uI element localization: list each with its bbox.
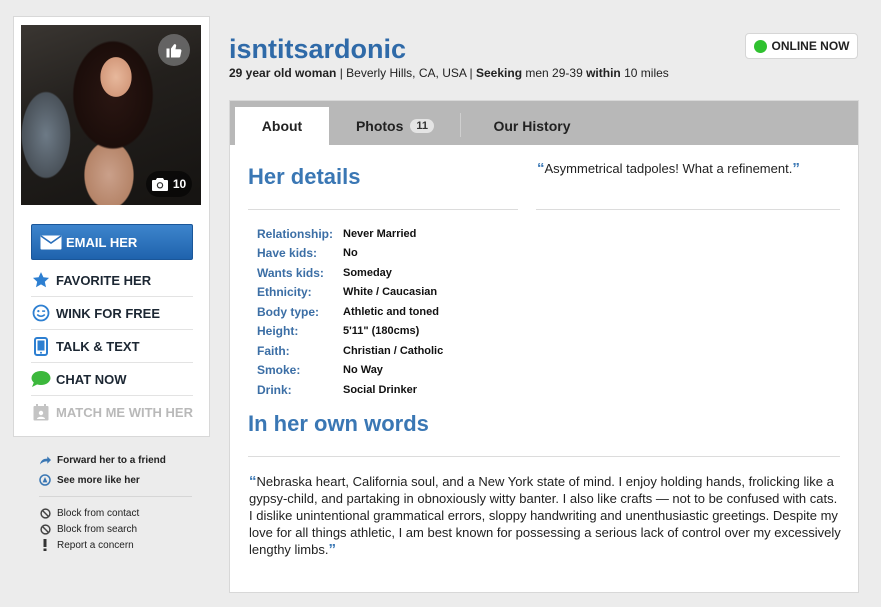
photo-count: 10	[172, 177, 187, 191]
see-more-like-her-link[interactable]: See more like her	[39, 470, 192, 490]
detail-row: Smoke: No Way	[257, 363, 383, 378]
exclamation-icon	[39, 539, 51, 551]
star-icon	[31, 270, 51, 290]
tab-our-history[interactable]: Our History	[470, 107, 594, 145]
chat-now-button[interactable]: CHAT NOW	[31, 363, 193, 396]
phone-icon	[31, 336, 51, 356]
tab-about[interactable]: About	[235, 107, 329, 145]
profile-photo[interactable]: 10	[21, 25, 201, 205]
chat-bubble-icon	[31, 369, 51, 389]
detail-row: Height: 5'11" (180cms)	[257, 324, 420, 339]
profile-tagline: “Asymmetrical tadpoles! What a refinemen…	[537, 160, 800, 177]
details-list: Relationship: Never Married Have kids: No …	[257, 224, 443, 400]
profile-actions: FAVORITE HER WINK FOR FREE TALK & TEXT C…	[31, 264, 193, 429]
wink-smiley-icon	[31, 303, 51, 323]
envelope-icon	[40, 234, 62, 249]
talk-and-text-button[interactable]: TALK & TEXT	[31, 330, 193, 363]
detail-row: Wants kids: Someday	[257, 265, 392, 280]
tab-photos[interactable]: Photos 11	[340, 107, 450, 145]
detail-row: Faith: Christian / Catholic	[257, 343, 444, 358]
photos-count-badge: 11	[410, 119, 435, 133]
forward-to-friend-link[interactable]: Forward her to a friend	[39, 450, 192, 470]
report-concern-link[interactable]: Report a concern	[39, 537, 194, 553]
block-icon	[39, 507, 51, 519]
email-her-label: EMAIL HER	[66, 234, 138, 250]
block-from-contact-link[interactable]: Block from contact	[39, 505, 194, 521]
in-her-own-words-heading: In her own words	[248, 411, 429, 436]
calendar-icon	[31, 403, 51, 423]
block-from-search-link[interactable]: Block from search	[39, 521, 194, 537]
divider	[536, 209, 840, 210]
detail-row: Body type: Athletic and toned	[257, 304, 439, 319]
camera-icon	[151, 177, 168, 191]
wink-for-free-button[interactable]: WINK FOR FREE	[31, 297, 193, 330]
detail-row: Have kids: No	[257, 246, 358, 261]
profile-tabs: About Photos 11 Our History	[230, 101, 858, 145]
divider	[248, 209, 518, 210]
tab-divider	[460, 113, 461, 137]
see-more-circle-icon	[39, 474, 51, 486]
photo-count-badge[interactable]: 10	[146, 171, 192, 197]
online-status-badge: ONLINE NOW	[745, 33, 858, 59]
profile-username: isntitsardonic	[229, 34, 407, 64]
detail-row: Ethnicity: White / Caucasian	[257, 285, 438, 300]
favorite-her-button[interactable]: FAVORITE HER	[31, 264, 193, 297]
secondary-links: Forward her to a friend See more like he…	[39, 450, 194, 553]
her-details-heading: Her details	[248, 164, 361, 189]
match-me-with-her-button[interactable]: MATCH ME WITH HER	[31, 396, 193, 429]
divider	[248, 456, 840, 457]
profile-summary: 29 year old woman | Beverly Hills, CA, U…	[229, 66, 669, 80]
bio-text: “Nebraska heart, California soul, and a …	[249, 473, 841, 558]
like-photo-button[interactable]	[158, 34, 190, 66]
forward-arrow-icon	[39, 454, 51, 466]
online-dot-icon	[753, 39, 767, 53]
email-her-button[interactable]: EMAIL HER	[31, 224, 193, 260]
detail-row: Relationship: Never Married	[257, 226, 417, 241]
profile-content-panel: About Photos 11 Our History Her details …	[229, 100, 859, 593]
thumbs-up-icon	[166, 44, 182, 58]
block-icon	[39, 523, 51, 535]
detail-row: Drink: Social Drinker	[257, 382, 417, 397]
